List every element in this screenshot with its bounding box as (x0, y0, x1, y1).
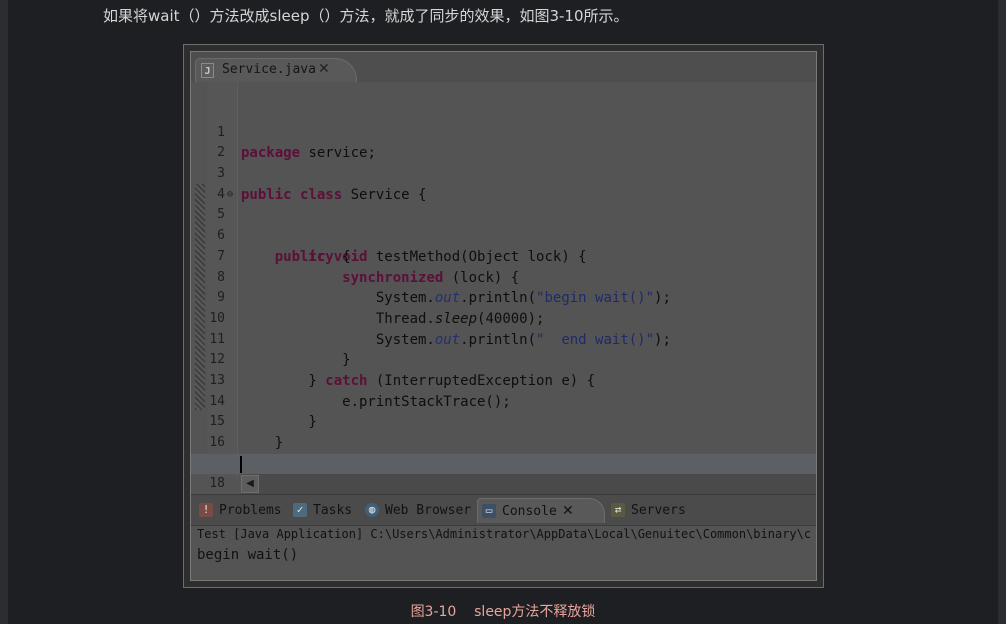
code-line: 10 System.out.println(" end wait()"); (191, 288, 816, 348)
tab-tasks-label: Tasks (313, 503, 353, 518)
figure-caption: 图3-10 sleep方法不释放锁 (410, 604, 596, 620)
code-editor[interactable]: 1 package service; 2 3 public class Serv… (191, 82, 816, 494)
tab-web-browser-label: Web Browser (385, 503, 472, 518)
code-line: 1 package service; (191, 102, 816, 162)
right-margin (998, 0, 1006, 624)
code-line: 4 (191, 164, 816, 202)
close-icon[interactable]: ✕ (318, 61, 330, 77)
code-line: 5 ⊖ public void testMethod(Object lock) … (191, 185, 816, 265)
java-file-icon: J (201, 63, 214, 78)
code-line: 9 Thread.sleep(40000); (191, 268, 816, 327)
code-line: 12 } catch (InterruptedException e) { (191, 330, 816, 389)
text-caret (240, 455, 242, 473)
tasks-icon: ✓ (293, 503, 307, 517)
editor-tab-bar: J Service.java ✕ (191, 52, 816, 83)
code-line: 7 synchronized (lock) { (191, 226, 816, 286)
code-line: 2 (191, 123, 816, 160)
ide-window: J Service.java ✕ 1 package service; 2 3 (190, 51, 817, 581)
left-margin (0, 0, 8, 624)
tab-servers-label: Servers (631, 503, 686, 518)
code-line: 17 } (191, 433, 816, 493)
view-tab-bar: ! Problems ✓ Tasks ◍ Web Browser ▭ Conso… (191, 494, 816, 526)
servers-icon: ⇄ (611, 503, 625, 517)
console-icon: ▭ (482, 504, 496, 518)
code-line: 14 } (191, 371, 816, 431)
editor-tab-service-java[interactable]: J Service.java ✕ (195, 58, 357, 82)
code-line-current: 18 (191, 453, 816, 491)
code-line: 16 (191, 412, 816, 450)
code-line: 13 e.printStackTrace(); (191, 350, 816, 410)
article-intro-text: 如果将wait（）方法改成sleep（）方法，就成了同步的效果，如图3-10所示… (103, 7, 629, 25)
tab-problems-label: Problems (219, 503, 282, 518)
console-launch-path: Test [Java Application] C:\Users\Adminis… (197, 527, 812, 541)
code-lines: 1 package service; 2 3 public class Serv… (191, 102, 816, 493)
close-icon[interactable]: ✕ (562, 499, 574, 524)
globe-icon: ◍ (365, 503, 379, 517)
tab-web-browser[interactable]: ◍ Web Browser (361, 498, 476, 523)
horizontal-scrollbar[interactable]: ◀ (241, 474, 816, 494)
tab-console[interactable]: ▭ Console ✕ (477, 498, 605, 523)
console-output: begin wait() (197, 547, 299, 563)
scroll-left-icon[interactable]: ◀ (241, 475, 259, 493)
tab-servers[interactable]: ⇄ Servers (607, 498, 697, 523)
code-line: 3 public class Service { (191, 143, 816, 203)
code-line: 6 try { (191, 205, 816, 265)
code-line: 15 } (191, 392, 816, 451)
tab-console-label: Console (502, 504, 557, 519)
tab-problems[interactable]: ! Problems (195, 498, 287, 523)
ide-screenshot: J Service.java ✕ 1 package service; 2 3 (183, 44, 824, 588)
tab-tasks[interactable]: ✓ Tasks (289, 498, 359, 523)
code-line: 8 System.out.println("begin wait()"); (191, 247, 816, 307)
code-line: 11 } (191, 309, 816, 369)
editor-tab-label: Service.java (222, 62, 316, 77)
problems-icon: ! (199, 503, 213, 517)
fold-toggle-icon[interactable]: ⊖ (227, 185, 233, 206)
line-number: 18 (209, 476, 225, 492)
